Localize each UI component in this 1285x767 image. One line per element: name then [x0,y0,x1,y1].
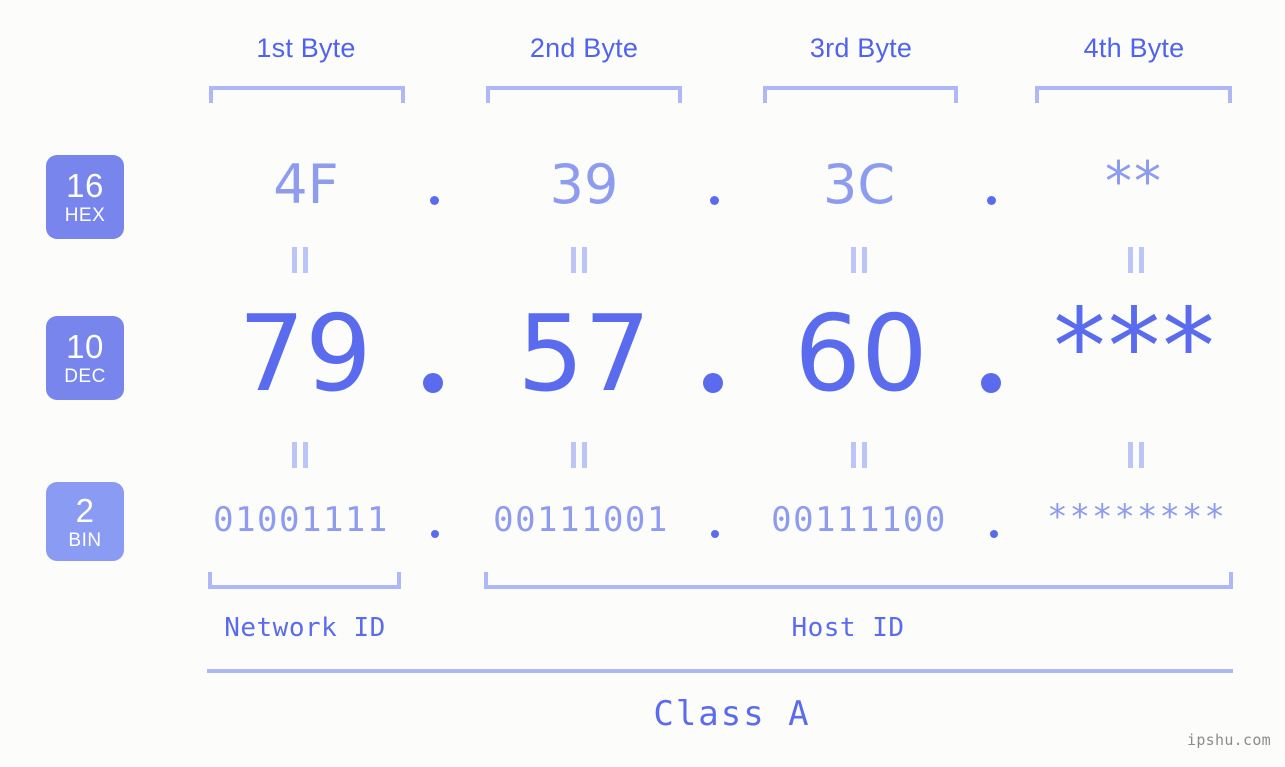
bin-separator-1 [431,530,439,538]
bin-byte-2: 00111001 [493,500,669,540]
equals-mark-dec-bin-4 [1128,442,1144,468]
site-watermark: ipshu.com [1187,731,1271,749]
network-id-bracket [208,572,401,589]
dec-separator-2 [703,373,723,393]
equals-mark-hex-dec-4 [1128,247,1144,273]
hex-byte-3: 3C [822,153,896,216]
equals-mark-hex-dec-3 [851,247,867,273]
radix-badge-bin: 2 BIN [46,482,124,561]
equals-mark-hex-dec-1 [292,247,308,273]
bin-byte-3: 00111100 [771,500,947,540]
equals-mark-dec-bin-2 [571,442,587,468]
byte-header-1: 1st Byte [256,33,356,63]
hex-byte-4: ** [1105,150,1163,213]
dec-byte-1: 79 [238,293,372,415]
dec-byte-2: 57 [517,293,651,415]
hex-separator-3 [987,196,996,205]
class-grouping-rule [207,669,1233,673]
radix-badge-bin-name: BIN [68,529,102,551]
hex-separator-2 [710,196,719,205]
equals-mark-hex-dec-2 [571,247,587,273]
hex-byte-2: 39 [549,153,619,216]
class-label: Class A [653,694,811,734]
radix-badge-dec-name: DEC [64,366,106,387]
dec-byte-4: *** [1053,286,1217,408]
dec-separator-3 [981,373,1001,393]
byte-header-4: 4th Byte [1083,33,1185,63]
hex-byte-1: 4F [273,153,339,216]
dec-separator-1 [423,373,443,393]
radix-badge-dec: 10 DEC [46,316,124,400]
host-id-label: Host ID [791,613,905,643]
radix-badge-bin-number: 2 [75,491,95,529]
radix-badge-hex-name: HEX [64,205,106,226]
radix-badge-dec-number: 10 [66,328,104,365]
byte-bracket-top-4 [1035,86,1232,103]
dec-byte-3: 60 [794,293,928,415]
network-id-label: Network ID [224,613,386,643]
equals-mark-dec-bin-3 [851,442,867,468]
ip-address-breakdown-diagram: 1st Byte 2nd Byte 3rd Byte 4th Byte 16 H… [0,0,1285,767]
bin-byte-4: ******** [1047,497,1227,537]
bin-separator-2 [711,530,719,538]
byte-header-3: 3rd Byte [809,33,913,63]
host-id-bracket [484,572,1233,589]
byte-bracket-top-2 [486,86,682,103]
radix-badge-hex: 16 HEX [46,155,124,239]
bin-byte-1: 01001111 [213,500,389,540]
byte-header-2: 2nd Byte [529,33,639,63]
byte-bracket-top-1 [209,86,405,103]
byte-bracket-top-3 [763,86,958,103]
hex-separator-1 [430,196,439,205]
bin-separator-3 [990,530,998,538]
equals-mark-dec-bin-1 [292,442,308,468]
radix-badge-hex-number: 16 [66,167,104,204]
